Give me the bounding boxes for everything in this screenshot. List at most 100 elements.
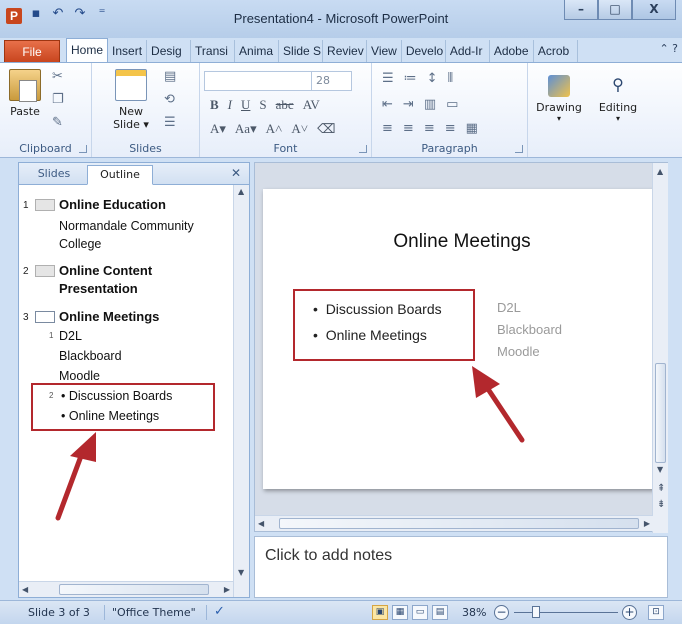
font-color-icon[interactable]: A▾ [210,121,226,137]
slide-canvas[interactable]: Online Meetings • Discussion Boards • On… [263,189,661,489]
scroll-left-arrow-icon[interactable]: ◀ [258,519,264,528]
notes-placeholder[interactable]: Click to add notes [265,547,392,565]
scroll-thumb[interactable] [655,363,666,463]
numbering-icon[interactable]: ≔ [404,71,417,86]
scroll-thumb[interactable] [279,518,639,529]
slide-thumbnail-icon[interactable] [35,199,55,211]
tab-insert[interactable]: Insert [108,40,148,62]
character-spacing-icon[interactable]: AV [303,97,320,113]
outline-slide-title[interactable]: Online Content [59,263,152,278]
new-slide-button[interactable]: New Slide ▾ [110,69,152,131]
minimize-button[interactable]: – [564,0,598,20]
clear-formatting-icon[interactable]: ⌫ [317,121,335,137]
zoom-slider[interactable] [514,612,618,613]
italic-icon[interactable]: I [228,97,232,113]
tab-add-ins[interactable]: Add-Ir [446,40,490,62]
next-slide-icon[interactable]: ⇟ [657,499,665,510]
theme-name[interactable]: "Office Theme" [112,606,196,619]
columns-icon[interactable]: ⫴ [448,71,453,86]
bold-icon[interactable]: B [210,97,219,113]
tab-transitions[interactable]: Transi [191,40,236,62]
outline-text-line[interactable]: Blackboard [59,349,122,363]
maximize-button[interactable]: □ [598,0,632,20]
decrease-indent-icon[interactable]: ⇤ [382,97,393,112]
text-direction-icon[interactable]: ▥ [424,97,436,112]
scroll-thumb[interactable] [59,584,209,595]
outline-text-line[interactable]: Normandale Community [59,219,194,233]
align-right-icon[interactable]: ≡ [424,121,435,136]
strikethrough-icon[interactable]: abc [276,97,294,113]
increase-indent-icon[interactable]: ⇥ [403,97,414,112]
font-name-combo[interactable]: 28 [204,71,352,91]
close-pane-icon[interactable]: ✕ [231,166,241,180]
zoom-in-icon[interactable]: + [622,605,637,620]
slide-right-text[interactable]: D2L Blackboard Moodle [497,297,562,363]
align-left-icon[interactable]: ≡ [382,121,393,136]
editing-button[interactable]: ⚲ Editing ▾ [594,69,642,123]
layout-icon[interactable]: ▤ [164,69,176,84]
zoom-level[interactable]: 38% [462,606,486,619]
zoom-slider-thumb[interactable] [532,606,540,618]
tab-view[interactable]: View [367,40,402,62]
slide-thumbnail-icon[interactable] [35,311,55,323]
outline-horizontal-scrollbar[interactable]: ◀ ▶ [19,581,233,597]
reset-icon[interactable]: ⟲ [164,92,176,107]
slide-show-icon[interactable]: ▤ [432,605,448,620]
paste-button[interactable]: Paste [8,69,42,118]
change-case-icon[interactable]: Aa▾ [235,121,257,137]
outline-text-line[interactable]: Moodle [59,369,100,383]
tab-animations[interactable]: Anima [235,40,280,62]
section-icon[interactable]: ☰ [164,115,176,130]
outline-text-line[interactable]: College [59,237,101,251]
outline-vertical-scrollbar[interactable]: ▲ ▼ [233,185,249,597]
smartart-icon[interactable]: ▦ [466,121,478,136]
cut-icon[interactable]: ✂ [52,69,64,84]
scroll-down-arrow-icon[interactable]: ▼ [238,568,244,577]
normal-view-icon[interactable]: ▣ [372,605,388,620]
tab-slides-pane[interactable]: Slides [23,165,85,185]
drawing-button[interactable]: Drawing ▾ [534,69,584,123]
align-center-icon[interactable]: ≡ [403,121,414,136]
slide-title[interactable]: Online Meetings [263,231,661,253]
scroll-left-arrow-icon[interactable]: ◀ [22,585,28,594]
tab-developer[interactable]: Develo [402,40,446,62]
clipboard-launcher[interactable] [79,145,87,153]
spell-check-icon[interactable]: ✓ [214,604,225,619]
scroll-up-arrow-icon[interactable]: ▲ [238,187,244,196]
outline-text-line[interactable]: D2L [59,329,82,343]
outline-slide-title[interactable]: Online Meetings [59,309,159,324]
shrink-font-icon[interactable]: A˅ [291,121,308,137]
tab-slide-show[interactable]: Slide S [279,40,324,62]
close-button[interactable]: X [632,0,676,20]
notes-pane[interactable]: Click to add notes [254,536,668,598]
tab-outline-pane[interactable]: Outline [87,165,153,185]
outline-slide-title-line2[interactable]: Presentation [59,281,138,296]
scroll-down-arrow-icon[interactable]: ▼ [657,465,663,474]
tab-adobe[interactable]: Adobe [490,40,534,62]
paragraph-launcher[interactable] [515,145,523,153]
slide-horizontal-scrollbar[interactable]: ◀ ▶ [255,515,653,531]
bullets-icon[interactable]: ☰ [382,71,394,86]
slide-vertical-scrollbar[interactable]: ▲ ▼ ⇞ ⇟ [652,163,668,533]
tab-acrobat[interactable]: Acrob [534,40,578,62]
minimize-ribbon-icon[interactable]: ⌃ ? [659,42,678,55]
font-launcher[interactable] [359,145,367,153]
align-text-icon[interactable]: ▭ [446,97,458,112]
scroll-right-arrow-icon[interactable]: ▶ [224,585,230,594]
slide-thumbnail-icon[interactable] [35,265,55,277]
line-spacing-icon[interactable]: ↕ [427,71,438,86]
outline-slide-title[interactable]: Online Education [59,197,166,212]
tab-home[interactable]: Home [66,38,109,62]
reading-view-icon[interactable]: ▭ [412,605,428,620]
scroll-right-arrow-icon[interactable]: ▶ [644,519,650,528]
copy-icon[interactable]: ❐ [52,92,64,107]
tab-design[interactable]: Desig [147,40,192,62]
tab-review[interactable]: Reviev [323,40,368,62]
grow-font-icon[interactable]: A˄ [266,121,283,137]
fit-to-window-icon[interactable]: ⊡ [648,605,664,620]
shadow-icon[interactable]: S [259,97,266,113]
format-painter-icon[interactable]: ✎ [52,115,64,130]
zoom-out-icon[interactable]: − [494,605,509,620]
slide-sorter-icon[interactable]: ▦ [392,605,408,620]
previous-slide-icon[interactable]: ⇞ [657,483,665,494]
